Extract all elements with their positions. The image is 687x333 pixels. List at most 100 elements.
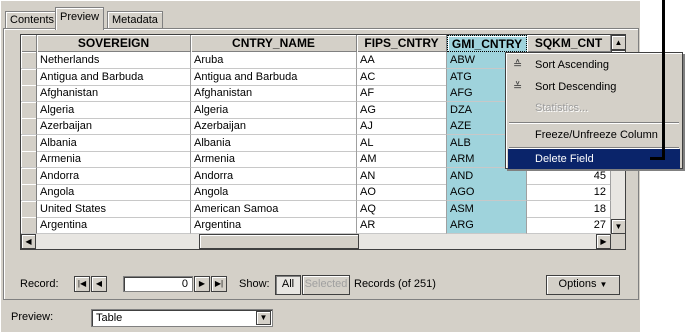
cell-sovereign[interactable]: Armenia xyxy=(37,151,191,168)
record-navigation-bar: Record: |◀ ◀ 0 ▶ ▶| Show: All Selected R… xyxy=(20,273,626,295)
cell-sovereign[interactable]: Andorra xyxy=(37,167,191,185)
menu-item-label: Sort Ascending xyxy=(535,59,609,71)
row-selector[interactable] xyxy=(21,52,37,69)
tab-contents[interactable]: Contents xyxy=(5,11,60,29)
menu-item-sort-descending[interactable]: ≚ Sort Descending xyxy=(508,77,680,97)
cell-sovereign[interactable]: Angola xyxy=(37,184,191,201)
cell-gmi-cntry[interactable]: AND xyxy=(447,167,527,185)
cell-gmi-cntry[interactable]: ASM xyxy=(447,200,527,218)
menu-item-freeze-unfreeze[interactable]: Freeze/Unfreeze Column xyxy=(508,125,680,145)
cell-sovereign[interactable]: Netherlands xyxy=(37,52,191,69)
last-record-icon[interactable]: ▶| xyxy=(211,276,227,292)
cell-fips-cntry[interactable]: AN xyxy=(357,167,447,185)
row-selector[interactable] xyxy=(21,167,37,185)
cell-sqkm-cntry[interactable]: 27 xyxy=(527,217,611,234)
row-selector[interactable] xyxy=(21,134,37,152)
cell-fips-cntry[interactable]: AQ xyxy=(357,200,447,218)
horizontal-scroll-thumb[interactable] xyxy=(199,234,359,249)
cell-sqkm-cntry[interactable]: 18 xyxy=(527,200,611,218)
row-selector[interactable] xyxy=(21,151,37,168)
cell-cntry-name[interactable]: Afghanistan xyxy=(191,85,357,102)
sort-ascending-icon: ≙ xyxy=(513,59,523,71)
next-record-icon[interactable]: ▶ xyxy=(194,276,210,292)
cell-sovereign[interactable]: Albania xyxy=(37,134,191,152)
cell-sovereign[interactable]: Antigua and Barbuda xyxy=(37,68,191,86)
cell-fips-cntry[interactable]: AR xyxy=(357,217,447,234)
menu-item-sort-ascending[interactable]: ≙ Sort Ascending xyxy=(508,55,680,75)
cell-fips-cntry[interactable]: AG xyxy=(357,101,447,119)
cell-fips-cntry[interactable]: AC xyxy=(357,68,447,86)
cell-gmi-cntry[interactable]: ARG xyxy=(447,217,527,234)
callout-line xyxy=(650,157,665,160)
cell-cntry-name[interactable]: Azerbaijan xyxy=(191,118,357,135)
table-row[interactable]: Argentina Argentina AR ARG 27 xyxy=(21,217,611,234)
cell-cntry-name[interactable]: Algeria xyxy=(191,101,357,119)
cell-cntry-name[interactable]: Albania xyxy=(191,134,357,152)
column-header-cntry-name[interactable]: CNTRY_NAME xyxy=(191,35,357,52)
row-selector[interactable] xyxy=(21,85,37,102)
column-header-gmi-cntry[interactable]: GMI_CNTRY xyxy=(447,35,527,52)
menu-separator xyxy=(509,122,679,124)
cell-sovereign[interactable]: Algeria xyxy=(37,101,191,119)
cell-sqkm-cntry[interactable]: 12 xyxy=(527,184,611,201)
row-selector[interactable] xyxy=(21,118,37,135)
column-context-menu: ≙ Sort Ascending ≚ Sort Descending Stati… xyxy=(505,52,683,169)
cell-cntry-name[interactable]: Antigua and Barbuda xyxy=(191,68,357,86)
previous-record-icon[interactable]: ◀ xyxy=(91,276,107,292)
tab-preview[interactable]: Preview xyxy=(55,7,105,30)
row-selector[interactable] xyxy=(21,184,37,201)
menu-item-statistics[interactable]: Statistics... xyxy=(508,98,680,118)
cell-gmi-cntry[interactable]: AGO xyxy=(447,184,527,201)
cell-sovereign[interactable]: Argentina xyxy=(37,217,191,234)
cell-sovereign[interactable]: United States xyxy=(37,200,191,218)
record-number-input[interactable]: 0 xyxy=(123,276,193,292)
cell-cntry-name[interactable]: American Samoa xyxy=(191,200,357,218)
table-header: SOVEREIGN CNTRY_NAME FIPS_CNTRY GMI_CNTR… xyxy=(21,35,611,52)
cell-sovereign[interactable]: Afghanistan xyxy=(37,85,191,102)
dropdown-arrow-icon: ▼ xyxy=(599,280,608,289)
column-header-fips-cntry[interactable]: FIPS_CNTRY xyxy=(357,35,447,52)
scroll-up-icon[interactable]: ▲ xyxy=(611,35,625,50)
cell-cntry-name[interactable]: Aruba xyxy=(191,52,357,69)
options-label: Options xyxy=(558,278,597,290)
row-selector[interactable] xyxy=(21,200,37,218)
scroll-left-icon[interactable]: ◀ xyxy=(21,234,36,249)
preview-label: Preview: xyxy=(11,311,54,323)
first-record-icon[interactable]: |◀ xyxy=(74,276,90,292)
cell-fips-cntry[interactable]: AL xyxy=(357,134,447,152)
cell-fips-cntry[interactable]: AJ xyxy=(357,118,447,135)
scroll-right-icon[interactable]: ▶ xyxy=(596,234,611,249)
cell-fips-cntry[interactable]: AA xyxy=(357,52,447,69)
preview-footer: Preview: Table ▼ xyxy=(1,303,641,333)
show-selected-button[interactable]: Selected xyxy=(302,275,350,295)
table-row[interactable]: Angola Angola AO AGO 12 xyxy=(21,184,611,201)
preview-type-select[interactable]: Table ▼ xyxy=(91,309,273,327)
cell-cntry-name[interactable]: Armenia xyxy=(191,151,357,168)
row-selector[interactable] xyxy=(21,68,37,86)
column-header-sovereign[interactable]: SOVEREIGN xyxy=(37,35,191,52)
callout-line xyxy=(662,0,665,158)
cell-fips-cntry[interactable]: AO xyxy=(357,184,447,201)
row-selector[interactable] xyxy=(21,101,37,119)
cell-sovereign[interactable]: Azerbaijan xyxy=(37,118,191,135)
options-button[interactable]: Options ▼ xyxy=(546,275,620,295)
chevron-down-icon[interactable]: ▼ xyxy=(256,311,271,325)
row-selector[interactable] xyxy=(21,217,37,234)
cell-cntry-name[interactable]: Andorra xyxy=(191,167,357,185)
table-row[interactable]: Andorra Andorra AN AND 45 xyxy=(21,167,611,185)
cell-fips-cntry[interactable]: AM xyxy=(357,151,447,168)
row-header-corner xyxy=(21,35,37,52)
cell-cntry-name[interactable]: Angola xyxy=(191,184,357,201)
table-row[interactable]: United States American Samoa AQ ASM 18 xyxy=(21,200,611,218)
record-label: Record: xyxy=(20,278,59,290)
preview-type-value: Table xyxy=(96,312,123,324)
cell-cntry-name[interactable]: Argentina xyxy=(191,217,357,234)
scroll-down-icon[interactable]: ▼ xyxy=(611,219,625,234)
cell-sqkm-cntry[interactable]: 45 xyxy=(527,167,611,185)
column-header-sqkm-cntry[interactable]: SQKM_CNT xyxy=(527,35,611,52)
scrollbar-corner xyxy=(611,234,625,249)
show-all-button[interactable]: All xyxy=(275,275,301,295)
cell-fips-cntry[interactable]: AF xyxy=(357,85,447,102)
horizontal-scrollbar[interactable]: ◀ ▶ xyxy=(21,234,611,249)
tab-metadata[interactable]: Metadata xyxy=(107,11,163,29)
